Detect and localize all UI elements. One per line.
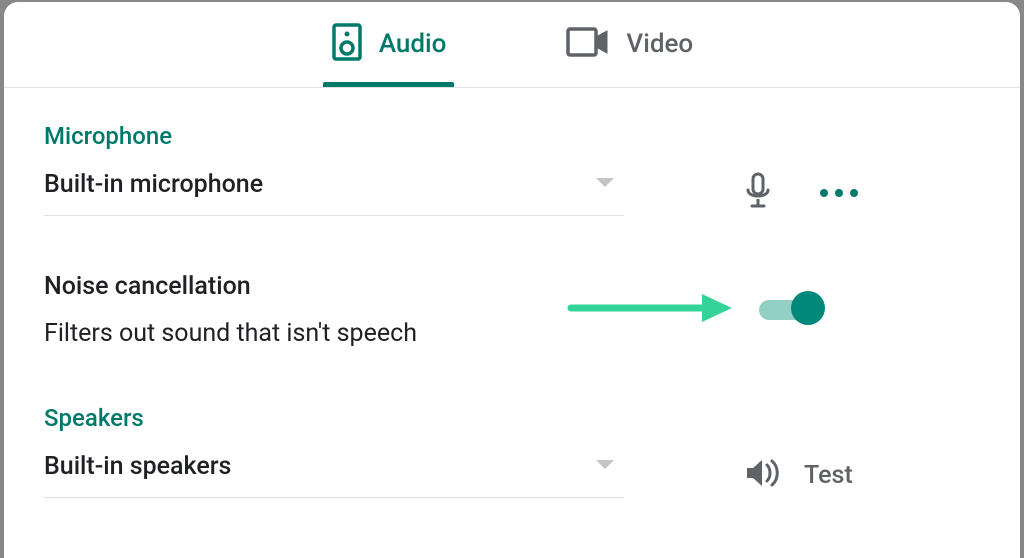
speakers-section-label: Speakers	[44, 404, 980, 432]
tab-video-label: Video	[626, 29, 693, 59]
speakers-select-value: Built-in speakers	[44, 452, 231, 481]
video-camera-icon	[566, 27, 610, 61]
test-speakers-button[interactable]: Test	[744, 457, 853, 493]
microphone-select[interactable]: Built-in microphone	[44, 170, 624, 216]
test-label: Test	[804, 461, 853, 490]
tab-video[interactable]: Video	[566, 2, 693, 87]
settings-card: Audio Video Microphone Built-in micropho…	[4, 2, 1020, 558]
speakers-select[interactable]: Built-in speakers	[44, 452, 624, 498]
microphone-section: Microphone Built-in microphone	[44, 122, 980, 216]
microphone-select-value: Built-in microphone	[44, 170, 263, 199]
microphone-icon[interactable]	[744, 172, 772, 214]
speaker-device-icon	[331, 22, 363, 66]
tab-audio-label: Audio	[379, 29, 447, 59]
noise-cancellation-title: Noise cancellation	[44, 272, 417, 301]
chevron-down-icon	[594, 457, 616, 476]
microphone-section-label: Microphone	[44, 122, 980, 150]
speakers-section: Speakers Built-in speakers	[44, 404, 980, 498]
more-options-icon[interactable]	[816, 185, 862, 201]
noise-cancellation-section: Noise cancellation Filters out sound tha…	[44, 272, 980, 348]
tab-audio[interactable]: Audio	[331, 2, 447, 87]
noise-cancellation-toggle[interactable]	[759, 291, 825, 329]
content-area: Microphone Built-in microphone	[4, 88, 1020, 498]
volume-icon	[744, 457, 780, 493]
tabs-bar: Audio Video	[4, 2, 1020, 88]
noise-cancellation-description: Filters out sound that isn't speech	[44, 319, 417, 348]
chevron-down-icon	[594, 175, 616, 194]
annotation-arrow	[567, 290, 737, 330]
